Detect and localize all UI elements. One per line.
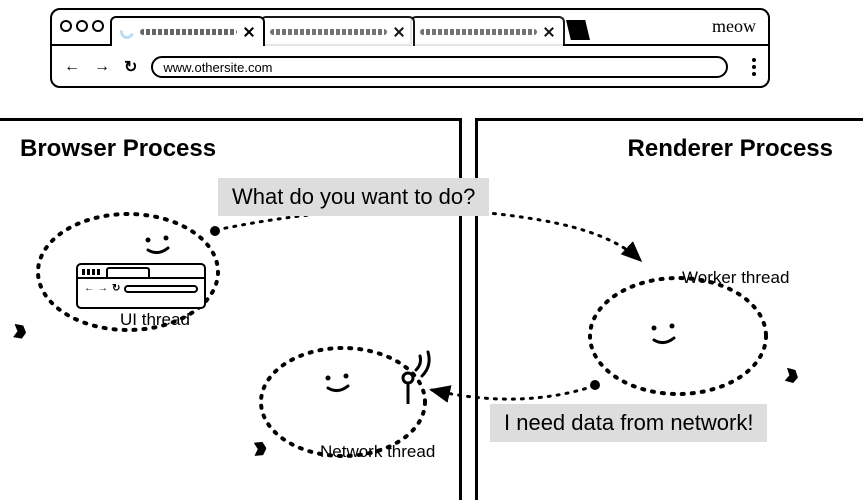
traffic-lights	[60, 20, 104, 32]
url-text: www.othersite.com	[163, 60, 272, 75]
speech-answer: I need data from network!	[490, 404, 767, 442]
tab-title-placeholder	[270, 29, 387, 35]
spinner-icon	[117, 22, 136, 41]
arrow-origin-dot	[590, 380, 600, 390]
back-button[interactable]: ←	[64, 58, 80, 76]
tab-3[interactable]	[410, 16, 565, 46]
menu-icon[interactable]	[752, 58, 756, 76]
browser-brand: meow	[712, 16, 756, 37]
window-max-icon[interactable]	[92, 20, 104, 32]
arrow-origin-dot	[210, 226, 220, 236]
close-icon[interactable]	[393, 26, 405, 38]
arrow-question	[210, 200, 690, 320]
browser-window: meow ← → ↻ www.othersite.com	[50, 8, 770, 88]
tab-title-placeholder	[420, 29, 537, 35]
browser-process-title: Browser Process	[0, 121, 459, 177]
tab-bar: meow	[52, 10, 768, 46]
speech-question: What do you want to do?	[218, 178, 489, 216]
window-close-icon[interactable]	[60, 20, 72, 32]
new-tab-button[interactable]	[566, 20, 590, 40]
mini-browser-icon: ←→↻	[76, 263, 206, 309]
tab-loading[interactable]	[110, 16, 265, 46]
tab-2[interactable]	[260, 16, 415, 46]
reload-button[interactable]: ↻	[124, 57, 137, 77]
window-min-icon[interactable]	[76, 20, 88, 32]
close-icon[interactable]	[243, 26, 255, 38]
close-icon[interactable]	[543, 26, 555, 38]
url-input[interactable]: www.othersite.com	[151, 56, 728, 78]
renderer-process-title: Renderer Process	[478, 121, 863, 177]
nav-bar: ← → ↻ www.othersite.com	[52, 46, 768, 88]
forward-button[interactable]: →	[94, 58, 110, 76]
tab-title-placeholder	[140, 29, 237, 35]
